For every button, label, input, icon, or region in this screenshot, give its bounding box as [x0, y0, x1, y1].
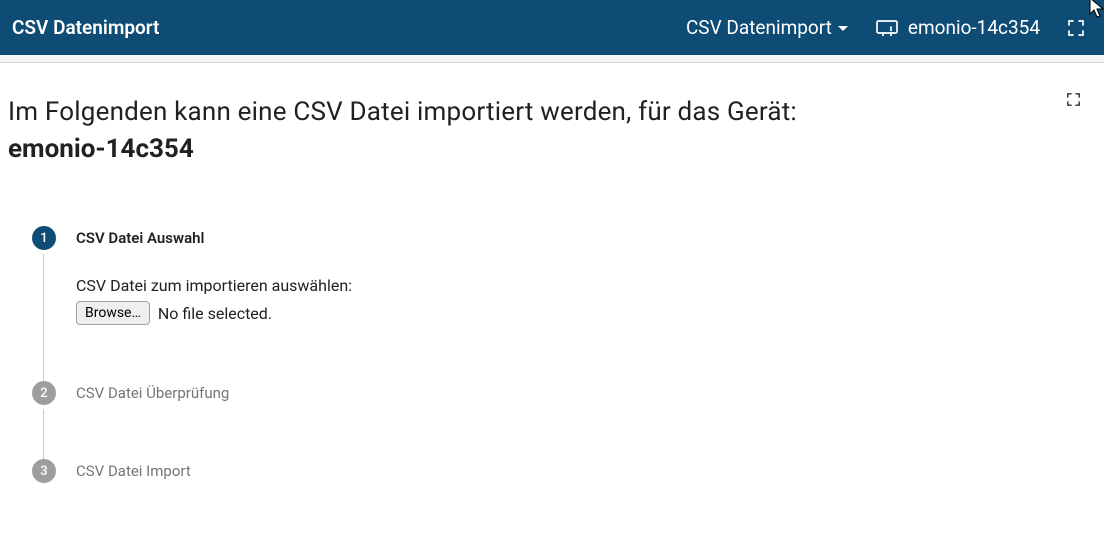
device-link[interactable]: emonio-14c354	[876, 16, 1040, 39]
panel-fullscreen-icon[interactable]	[1067, 91, 1080, 110]
step-number-badge: 3	[32, 459, 56, 483]
step-number-badge: 1	[32, 226, 56, 250]
view-dropdown-label: CSV Datenimport	[686, 16, 832, 39]
app-header: CSV Datenimport CSV Datenimport emonio-1…	[0, 0, 1104, 55]
device-icon	[876, 20, 898, 36]
page-title: CSV Datenimport	[12, 16, 159, 39]
import-stepper: 1 CSV Datei Auswahl CSV Datei zum import…	[32, 226, 1096, 483]
fullscreen-icon[interactable]	[1068, 20, 1084, 36]
step-1: 1 CSV Datei Auswahl CSV Datei zum import…	[32, 226, 1096, 381]
step-1-body: CSV Datei zum importieren auswählen: Bro…	[76, 276, 1096, 325]
intro-device-name: emonio-14c354	[8, 134, 1096, 164]
file-status-text: No file selected.	[158, 304, 272, 323]
step-number-badge: 2	[32, 381, 56, 405]
browse-button[interactable]: Browse…	[76, 301, 150, 325]
step-1-label: CSV Datei Auswahl	[76, 226, 1096, 250]
file-prompt: CSV Datei zum importieren auswählen:	[76, 276, 1096, 295]
step-3[interactable]: 3 CSV Datei Import	[32, 459, 1096, 483]
sub-bar	[0, 55, 1104, 63]
file-input-row: Browse… No file selected.	[76, 301, 1096, 325]
view-dropdown[interactable]: CSV Datenimport	[686, 16, 848, 39]
step-3-label: CSV Datei Import	[76, 459, 1096, 483]
intro-text: Im Folgenden kann eine CSV Datei importi…	[8, 95, 1096, 130]
content-area: Im Folgenden kann eine CSV Datei importi…	[0, 63, 1104, 483]
device-link-label: emonio-14c354	[908, 16, 1040, 39]
step-2-label: CSV Datei Überprüfung	[76, 381, 1096, 405]
step-2[interactable]: 2 CSV Datei Überprüfung	[32, 381, 1096, 459]
header-actions: CSV Datenimport emonio-14c354	[686, 16, 1084, 39]
chevron-down-icon	[838, 26, 848, 31]
